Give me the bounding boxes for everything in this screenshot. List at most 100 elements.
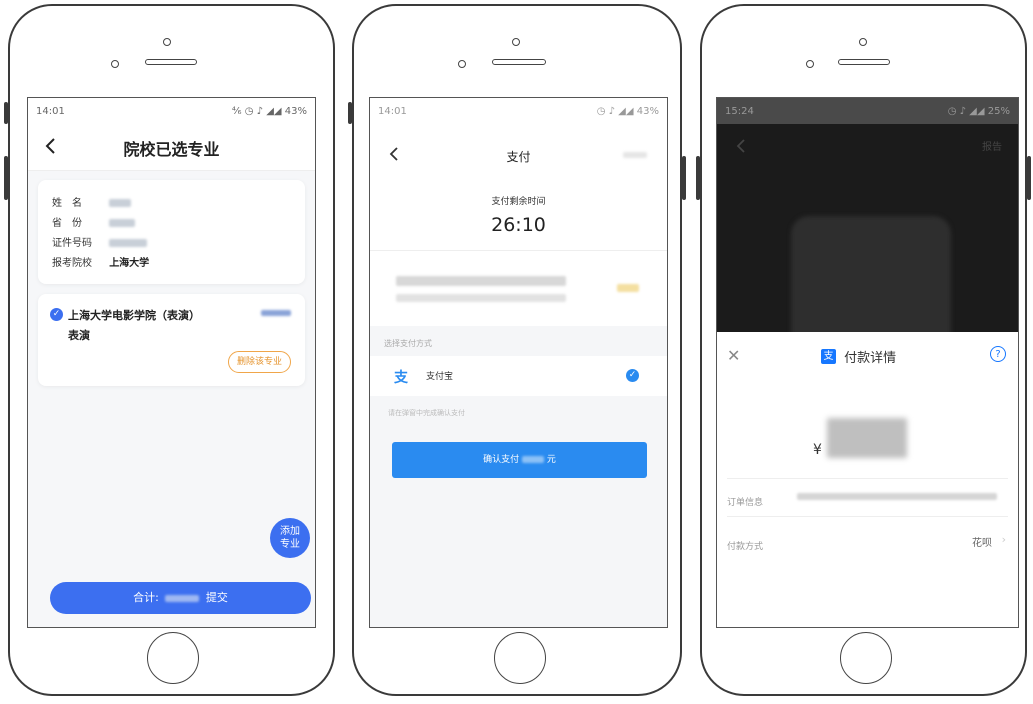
fab-label-line1: 添加 (280, 526, 300, 537)
currency-unit: 元 (546, 455, 556, 465)
submit-button[interactable]: 合计: 提交 (50, 582, 311, 614)
alipay-icon: 支 (394, 370, 408, 386)
side-button (696, 156, 700, 200)
province-value-redacted (109, 219, 136, 227)
hint-text: 请在弹窗中完成确认支付 (388, 409, 465, 417)
side-button (4, 156, 8, 200)
status-bar: 14:01 ⁴⁄₆ ◷ ♪ ◢◢ 43% (28, 98, 315, 124)
screen-2: 14:01 ◷ ♪ ◢◢ 43% 支付 支付剩余时间 26:10 选择支付方式 … (369, 97, 668, 628)
home-button[interactable] (494, 632, 546, 684)
divider (370, 250, 667, 251)
method-label: 付款方式 (727, 542, 764, 552)
order-info-redacted (797, 493, 997, 500)
remaining-time-label: 支付剩余时间 (491, 197, 546, 207)
side-button (4, 102, 8, 124)
order-info-row[interactable]: 订单信息 (727, 490, 1008, 510)
sensor-icon (806, 60, 814, 68)
close-icon[interactable]: ✕ (727, 346, 740, 365)
sheet-title: 付款详情 (844, 351, 897, 366)
selected-check-icon: ✓ (626, 369, 639, 382)
check-icon[interactable]: ✓ (50, 308, 63, 321)
info-row: 姓 名 (52, 194, 132, 209)
confirm-pay-button[interactable]: 确认支付 元 (392, 442, 647, 478)
confirm-label: 确认支付 (483, 455, 520, 465)
sheet-header: 支 付款详情 (821, 346, 896, 366)
sensor-icon (111, 60, 119, 68)
camera-icon (859, 38, 867, 46)
side-button (682, 156, 686, 200)
chevron-right-icon: › (1001, 533, 1006, 546)
payment-methods-section: 选择支付方式 支 支付宝 ✓ 请在弹窗中完成确认支付 确认支付 元 (370, 326, 667, 627)
status-time: 14:01 (36, 105, 65, 117)
order-label: 订单信息 (727, 498, 764, 508)
phone-frame-2: 14:01 ◷ ♪ ◢◢ 43% 支付 支付剩余时间 26:10 选择支付方式 … (348, 4, 686, 696)
side-button (1027, 156, 1031, 200)
divider (727, 516, 1008, 517)
screen-3: 15:24 ◷ ♪ ◢◢ 25% 报告 ✕ 支 付款详情 ? ¥ 订单信息 付款… (716, 97, 1019, 628)
major-sub: 表演 (68, 329, 90, 342)
method-value: 花呗 (972, 538, 992, 549)
alipay-option[interactable]: 支 支付宝 ✓ (370, 356, 667, 396)
back-arrow-icon (736, 139, 745, 153)
methods-header: 选择支付方式 (384, 339, 432, 348)
school-value: 上海大学 (109, 258, 150, 269)
amount-redacted (827, 418, 908, 458)
info-row: 省 份 (52, 214, 136, 229)
status-icons: ⁴⁄₆ ◷ ♪ ◢◢ 43% (231, 105, 307, 117)
add-major-fab[interactable]: 添加 专业 (270, 518, 310, 558)
divider (727, 478, 1008, 479)
screen-1: 14:01 ⁴⁄₆ ◷ ♪ ◢◢ 43% 院校已选专业 姓 名 省 份 证件号码 (27, 97, 316, 628)
report-label: 报告 (982, 142, 1002, 153)
info-row: 报考院校 上海大学 (52, 254, 149, 269)
total-label: 合计: (133, 591, 159, 604)
id-label: 证件号码 (52, 238, 92, 249)
submit-label: 提交 (205, 591, 228, 604)
info-row: 证件号码 (52, 234, 148, 249)
status-icons: ◷ ♪ ◢◢ 43% (596, 105, 659, 117)
alipay-label: 支付宝 (426, 372, 454, 382)
currency-symbol: ¥ (813, 442, 822, 458)
major-name: 上海大学电影学院（表演） (68, 309, 200, 322)
applicant-info-card: 姓 名 省 份 证件号码 报考院校 上海大学 (38, 180, 305, 284)
province-label: 省 份 (52, 218, 82, 229)
fab-label-line2: 专业 (280, 539, 300, 550)
nav-bar: 院校已选专业 (28, 124, 315, 171)
status-time: 15:24 (725, 105, 754, 117)
order-price-redacted (617, 284, 639, 292)
id-value-redacted (109, 239, 148, 247)
name-value-redacted (109, 199, 132, 207)
confirm-amount-redacted (522, 456, 544, 463)
speaker-grille (492, 59, 546, 65)
help-icon[interactable]: ? (990, 346, 1006, 362)
header-right-redacted (623, 152, 647, 158)
payment-method-row[interactable]: 付款方式 花呗 › (727, 533, 1008, 554)
camera-icon (163, 38, 171, 46)
alipay-logo-icon: 支 (821, 349, 836, 364)
countdown-timer: 26:10 (491, 214, 546, 236)
side-button (348, 102, 352, 124)
order-summary-redacted (396, 276, 566, 286)
major-fee-redacted (261, 310, 291, 316)
order-summary-redacted (396, 294, 566, 302)
sensor-icon (458, 60, 466, 68)
status-bar: 15:24 ◷ ♪ ◢◢ 25% (717, 98, 1018, 124)
page-title: 院校已选专业 (123, 140, 220, 159)
major-card: ✓ 上海大学电影学院（表演） 表演 删除该专业 (38, 294, 305, 386)
home-button[interactable] (840, 632, 892, 684)
status-bar: 14:01 ◷ ♪ ◢◢ 43% (370, 98, 667, 124)
payment-detail-sheet: ✕ 支 付款详情 ? ¥ 订单信息 付款方式 花呗 › (717, 332, 1018, 627)
phone-frame-3: 15:24 ◷ ♪ ◢◢ 25% 报告 ✕ 支 付款详情 ? ¥ 订单信息 付款… (696, 4, 1031, 696)
delete-major-button[interactable]: 删除该专业 (227, 351, 291, 373)
total-amount-redacted (165, 594, 200, 602)
phone-frame-1: 14:01 ⁴⁄₆ ◷ ♪ ◢◢ 43% 院校已选专业 姓 名 省 份 证件号码 (4, 4, 335, 696)
status-icons: ◷ ♪ ◢◢ 25% (947, 105, 1010, 117)
status-time: 14:01 (378, 105, 407, 117)
amount-display: ¥ (813, 418, 908, 458)
name-label: 姓 名 (52, 198, 82, 209)
camera-icon (512, 38, 520, 46)
dimmed-background: 报告 (717, 124, 1018, 356)
speaker-grille (838, 59, 890, 65)
school-label: 报考院校 (52, 258, 92, 269)
speaker-grille (145, 59, 197, 65)
home-button[interactable] (147, 632, 199, 684)
